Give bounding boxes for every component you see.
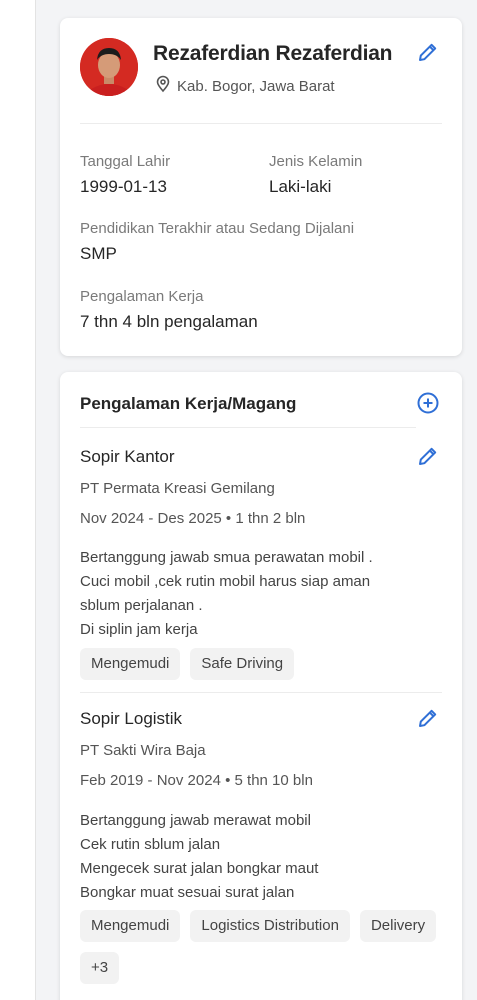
birth-date-value: 1999-01-13 [80,177,167,196]
job-period: Feb 2019 - Nov 2024 • 5 thn 10 bln [80,772,313,789]
description-line: Cuci mobil ,cek rutin mobil harus siap a… [80,573,371,590]
skill-tags: Mengemudi Safe Driving [80,648,440,680]
skill-tag: Mengemudi [80,648,181,680]
left-side-panel [0,0,36,1000]
more-tags-count[interactable]: +3 [80,952,120,984]
experience-card: Pengalaman Kerja/Magang Sopir Kantor PT … [60,372,462,1000]
skill-tags: Mengemudi Logistics Distribution Deliver… [80,910,440,984]
profile-name: Rezaferdian Rezaferdian [153,42,393,65]
gender-value: Laki-laki [269,177,332,196]
edit-profile-icon[interactable] [416,40,440,64]
description-line: sblum perjalanan . [80,597,203,614]
experience-label: Pengalaman Kerja [80,288,204,305]
divider [80,427,416,428]
avatar [80,38,138,96]
description-line: Bertanggung jawab merawat mobil [80,812,311,829]
location-text: Kab. Bogor, Jawa Barat [177,78,335,95]
education-value: SMP [80,244,117,263]
job-company: PT Sakti Wira Baja [80,742,206,759]
job-title: Sopir Kantor [80,447,175,466]
skill-tag: Mengemudi [80,910,181,942]
gender-label: Jenis Kelamin [269,153,363,170]
skill-tag: Safe Driving [190,648,295,680]
job-company: PT Permata Kreasi Gemilang [80,480,275,497]
job-description: Bertanggung jawab smua perawatan mobil .… [80,546,373,642]
edit-job-icon[interactable] [416,706,440,730]
location-pin-icon [154,75,172,98]
description-line: Mengecek surat jalan bongkar maut [80,860,319,877]
birth-date-label: Tanggal Lahir [80,153,171,170]
add-experience-icon[interactable] [416,391,440,415]
job-description: Bertanggung jawab merawat mobil Cek ruti… [80,809,318,905]
divider [80,692,442,693]
experience-value: 7 thn 4 bln pengalaman [80,312,258,331]
experience-section-title: Pengalaman Kerja/Magang [80,394,297,413]
description-line: Bertanggung jawab smua perawatan mobil . [80,549,373,566]
job-period: Nov 2024 - Des 2025 • 1 thn 2 bln [80,510,306,527]
description-line: Cek rutin sblum jalan [80,836,221,853]
job-title: Sopir Logistik [80,709,183,728]
description-line: Bongkar muat sesuai surat jalan [80,884,295,901]
divider [80,123,442,124]
profile-card: Rezaferdian Rezaferdian Kab. Bogor, Jawa… [60,18,462,356]
edit-job-icon[interactable] [416,444,440,468]
skill-tag: Delivery [359,910,437,942]
education-label: Pendidikan Terakhir atau Sedang Dijalani [80,220,355,237]
skill-tag: Logistics Distribution [190,910,350,942]
location-row: Kab. Bogor, Jawa Barat [154,75,335,98]
description-line: Di siplin jam kerja [80,621,198,638]
